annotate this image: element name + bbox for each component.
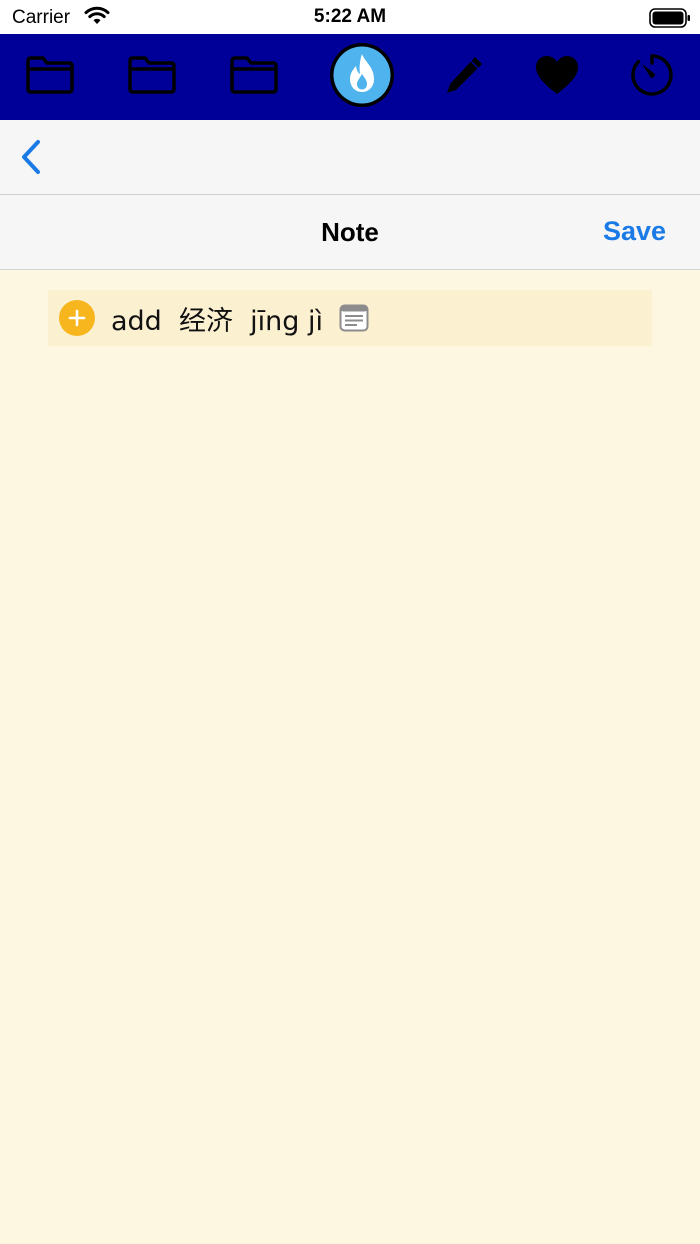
flame-icon: [327, 40, 397, 115]
timer-icon: [629, 52, 675, 103]
word-entry-text: add 经济 jīng jì: [111, 305, 323, 337]
toolbar-timer[interactable]: [612, 34, 692, 120]
battery-icon: [649, 8, 691, 33]
word-row[interactable]: add 经济 jīng jì: [48, 290, 652, 346]
chevron-left-icon: [14, 140, 54, 182]
toolbar-flame-active[interactable]: [322, 34, 402, 120]
top-toolbar: [0, 34, 700, 120]
add-icon[interactable]: [59, 300, 95, 336]
toolbar-folder-3[interactable]: [214, 34, 294, 120]
heart-icon: [534, 54, 580, 101]
folder-icon: [25, 55, 75, 100]
save-button[interactable]: Save: [603, 216, 666, 247]
status-bar: Carrier 5:22 AM: [0, 0, 700, 34]
back-button[interactable]: [14, 138, 54, 178]
page-title: Note: [321, 217, 379, 247]
folder-icon: [127, 55, 177, 100]
toolbar-folder-1[interactable]: [10, 34, 90, 120]
toolbar-heart[interactable]: [517, 34, 597, 120]
status-time: 5:22 AM: [313, 6, 387, 27]
note-icon[interactable]: [339, 304, 369, 332]
navigation-bar: [0, 120, 700, 195]
toolbar-pencil[interactable]: [424, 34, 504, 120]
toolbar-folder-2[interactable]: [112, 34, 192, 120]
note-content: add 经济 jīng jì: [0, 270, 700, 1244]
title-bar: Note Save: [0, 195, 700, 270]
pencil-icon: [442, 53, 486, 102]
folder-icon: [229, 55, 279, 100]
